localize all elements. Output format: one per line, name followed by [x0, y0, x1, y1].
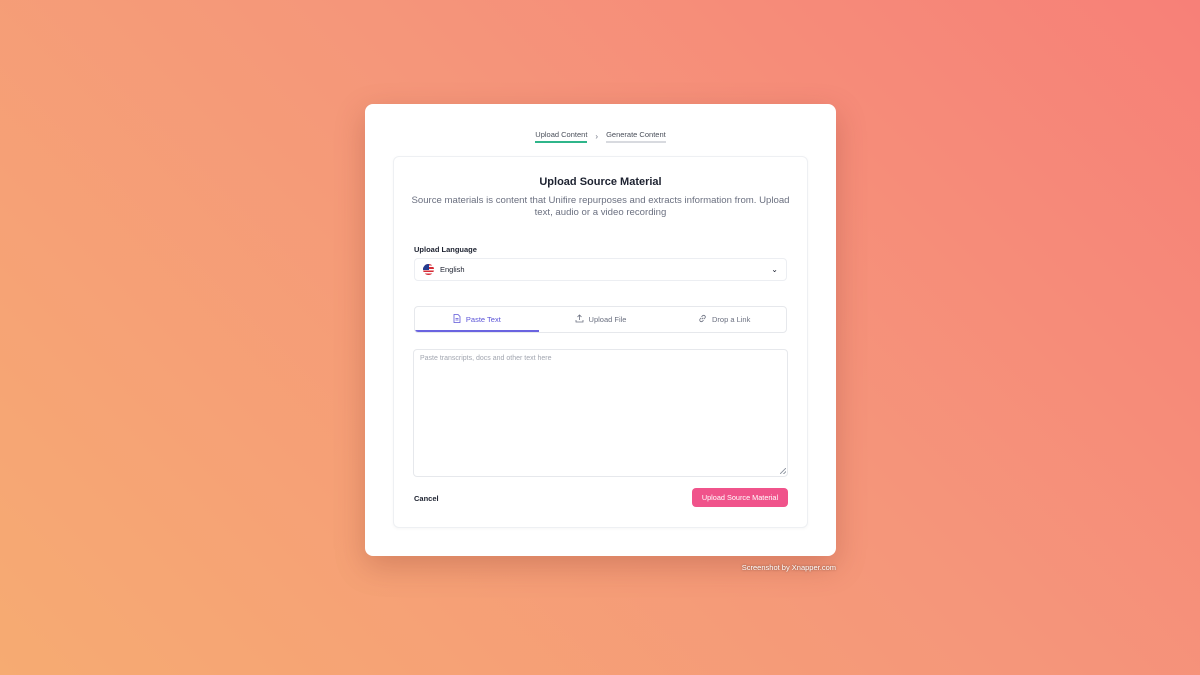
step-upload-content[interactable]: Upload Content	[535, 130, 588, 143]
stepper: Upload Content › Generate Content	[365, 130, 836, 143]
language-label: Upload Language	[414, 245, 477, 254]
source-tabs: Paste Text Upload File Drop a Link	[414, 306, 787, 333]
resize-handle[interactable]	[780, 468, 786, 474]
tab-paste-text[interactable]: Paste Text	[415, 307, 539, 332]
upload-icon	[575, 314, 584, 325]
upload-source-material-button[interactable]: Upload Source Material	[692, 488, 788, 507]
tab-label: Upload File	[588, 315, 627, 324]
document-icon	[453, 314, 461, 325]
chevron-down-icon: ⌄	[771, 265, 778, 274]
language-select[interactable]: English ⌄	[414, 258, 787, 281]
us-flag-icon	[423, 264, 434, 275]
language-value: English	[440, 265, 465, 274]
app-window: Upload Content › Generate Content Upload…	[365, 104, 836, 556]
cancel-button[interactable]: Cancel	[414, 494, 439, 503]
paste-text-input[interactable]	[413, 349, 788, 477]
link-icon	[698, 314, 707, 325]
tab-upload-file[interactable]: Upload File	[539, 307, 663, 332]
page-subtitle: Source materials is content that Unifire…	[411, 195, 790, 218]
tab-label: Drop a Link	[712, 315, 751, 324]
screenshot-credit: Screenshot by Xnapper.com	[741, 563, 836, 572]
step-generate-content[interactable]: Generate Content	[606, 130, 666, 143]
tab-drop-a-link[interactable]: Drop a Link	[662, 307, 786, 332]
tab-label: Paste Text	[465, 315, 501, 324]
chevron-right-icon: ›	[595, 132, 599, 141]
page-title: Upload Source Material	[539, 176, 662, 188]
